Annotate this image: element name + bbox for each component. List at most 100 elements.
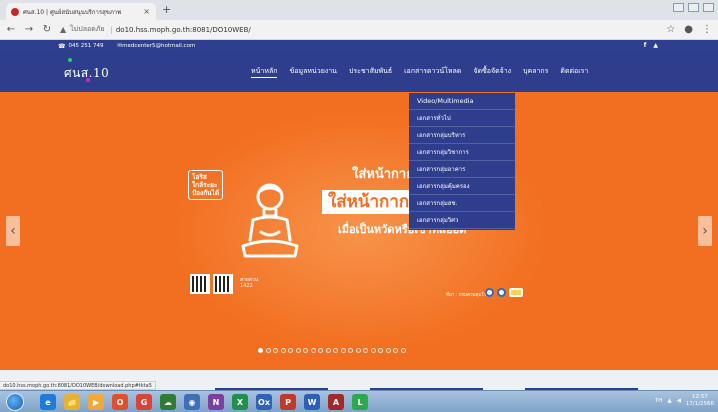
partner-logo-icon xyxy=(485,288,494,297)
dropdown-item[interactable]: Video/Multimedia xyxy=(409,93,515,110)
taskbar-app-icon[interactable]: L xyxy=(352,394,368,410)
minimize-button[interactable] xyxy=(673,3,684,12)
taskbar-app-icon[interactable]: Ox xyxy=(256,394,272,410)
reload-icon[interactable]: ↻ xyxy=(40,24,54,35)
menu-news[interactable]: ประชาสัมพันธ์ xyxy=(349,66,392,78)
badge-line: โอริส xyxy=(192,173,207,181)
menu-procurement[interactable]: จัดซื้อจัดจ้าง xyxy=(473,66,511,78)
slider-dot[interactable] xyxy=(393,348,398,353)
slider-dot[interactable] xyxy=(340,348,346,353)
browser-tab[interactable]: ศนส.10 | ศูนย์สนับสนุนบริการสุขภาพ × xyxy=(6,3,156,20)
taskbar-app-icon[interactable]: W xyxy=(304,394,320,410)
close-window-button[interactable] xyxy=(703,3,714,12)
taskbar-app-icon[interactable]: X xyxy=(232,394,248,410)
menu-about[interactable]: ข้อมูลหน่วยงาน xyxy=(289,66,336,78)
dropdown-item[interactable]: เอกสารกลุ่มคุ้มครอง xyxy=(409,178,515,195)
taskbar-app-icon[interactable]: ◉ xyxy=(184,394,200,410)
taskbar-app-icon[interactable]: P xyxy=(280,394,296,410)
clock[interactable]: 12:57 17/1/2566 xyxy=(686,394,714,408)
slider-dot[interactable] xyxy=(273,348,278,353)
slider-dot[interactable] xyxy=(265,348,271,353)
window-controls xyxy=(673,3,714,12)
taskbar-app-icon[interactable]: e xyxy=(40,394,56,410)
tab-close-icon[interactable]: × xyxy=(143,7,150,16)
status-url-bar: do10.hss.moph.go.th:8081/DO10WEB/downloa… xyxy=(0,381,156,390)
volume-icon[interactable]: ◀ xyxy=(677,398,681,404)
dropdown-item[interactable]: เอกสารกลุ่มสช. xyxy=(409,195,515,212)
contact-phone: ☎ 045 251 749 xyxy=(58,43,103,50)
social-links: f ▲ xyxy=(644,42,658,49)
maximize-button[interactable] xyxy=(688,3,699,12)
browser-tabstrip: ศนส.10 | ศูนย์สนับสนุนบริการสุขภาพ × + xyxy=(0,0,718,20)
slider-dot[interactable] xyxy=(378,348,383,353)
hero-badge: โอริส ใกล้ระยะ ป้องกันได้ xyxy=(188,170,224,200)
meditating-figure-icon xyxy=(241,183,299,258)
forward-arrow-icon[interactable]: → xyxy=(22,24,36,35)
facebook-icon[interactable]: f xyxy=(644,42,647,49)
partner-logo-icon xyxy=(497,288,506,297)
slider-dot[interactable] xyxy=(333,348,338,353)
hotline-number: 1422 xyxy=(240,283,253,289)
qr-code-image xyxy=(190,274,210,294)
menu-staff[interactable]: บุคลากร xyxy=(523,66,548,78)
taskbar-app-icon[interactable]: O xyxy=(112,394,128,410)
dropdown-item[interactable]: เอกสารกลุ่มบริหาร xyxy=(409,127,515,144)
slider-dot[interactable] xyxy=(355,348,361,353)
address-bar[interactable]: ▲ ไม่ปลอดภัย | do10.hss.moph.go.th:8081/… xyxy=(60,24,251,35)
menu-kebab-icon[interactable]: ⋮ xyxy=(702,24,712,35)
browser-toolbar: ← → ↻ ▲ ไม่ปลอดภัย | do10.hss.moph.go.th… xyxy=(0,20,718,40)
url-text: do10.hss.moph.go.th:8081/DO10WEB/ xyxy=(115,25,251,34)
taskbar-app-icon[interactable]: ☁ xyxy=(160,394,176,410)
partner-logo-icon xyxy=(509,288,523,297)
slider-dot[interactable] xyxy=(288,348,293,353)
screen: ศนส.10 | ศูนย์สนับสนุนบริการสุขภาพ × + ←… xyxy=(0,0,718,412)
taskbar-app-icon[interactable]: A xyxy=(328,394,344,410)
slider-dot[interactable] xyxy=(280,348,286,353)
slider-dot[interactable] xyxy=(318,348,323,353)
badge-line: ป้องกันได้ xyxy=(192,189,220,197)
slider-dot[interactable] xyxy=(303,348,308,353)
tab-title: ศนส.10 | ศูนย์สนับสนุนบริการสุขภาพ xyxy=(23,8,122,16)
phone-icon: ☎ xyxy=(58,42,66,50)
partner-logos xyxy=(485,288,523,297)
menu-home[interactable]: หน้าหลัก xyxy=(251,66,278,78)
slider-dot[interactable] xyxy=(325,348,331,353)
slider-dot[interactable] xyxy=(348,348,353,353)
site-logo[interactable]: ศนส.10 xyxy=(64,58,109,83)
taskbar-app-icon[interactable]: N xyxy=(208,394,224,410)
slider-dot[interactable] xyxy=(258,348,263,353)
menu-contact[interactable]: ติดต่อเรา xyxy=(560,66,588,78)
profile-icon[interactable]: ● xyxy=(684,24,693,35)
dropdown-item[interactable]: เอกสารกลุ่มวิศว xyxy=(409,212,515,229)
network-icon[interactable]: ▲ xyxy=(667,398,671,404)
slider-dot[interactable] xyxy=(400,348,406,353)
clock-time: 12:57 xyxy=(691,394,708,400)
language-indicator[interactable]: TH xyxy=(655,398,663,404)
taskbar-app-icon[interactable]: ▶ xyxy=(88,394,104,410)
slider-dot[interactable] xyxy=(363,348,368,353)
slider-prev-button[interactable]: ‹ xyxy=(6,216,20,246)
new-tab-button[interactable]: + xyxy=(162,3,171,16)
user-icon[interactable]: ▲ xyxy=(653,42,658,49)
logo-dot-green xyxy=(68,58,72,62)
slider-next-button[interactable]: › xyxy=(698,216,712,246)
slider-dot[interactable] xyxy=(385,348,391,353)
slider-dot[interactable] xyxy=(310,348,316,353)
contact-email: ✉ medcenter5@hotmail.com xyxy=(117,43,195,49)
slider-dot[interactable] xyxy=(370,348,376,353)
site-navbar: ศนส.10 หน้าหลัก ข้อมูลหน่วยงาน ประชาสัมพ… xyxy=(0,52,718,92)
slider-dots xyxy=(258,348,406,353)
not-secure-label: ไม่ปลอดภัย xyxy=(70,25,105,33)
taskbar-app-icon[interactable]: G xyxy=(136,394,152,410)
dropdown-item[interactable]: เอกสารกลุ่มอาคาร xyxy=(409,161,515,178)
warning-icon: ▲ xyxy=(60,25,67,34)
back-arrow-icon[interactable]: ← xyxy=(4,24,18,35)
bookmark-star-icon[interactable]: ☆ xyxy=(666,24,675,35)
dropdown-item[interactable]: เอกสารทั่วไป xyxy=(409,110,515,127)
taskbar-app-icon[interactable]: 📁 xyxy=(64,394,80,410)
slider-dot[interactable] xyxy=(295,348,301,353)
menu-downloads[interactable]: เอกสารดาวน์โหลด xyxy=(404,66,461,78)
hero-slider: โอริส ใกล้ระยะ ป้องกันได้ สายด่วน 1422 ใ… xyxy=(0,92,718,370)
dropdown-item[interactable]: เอกสารกลุ่มวิชาการ xyxy=(409,144,515,161)
start-button[interactable] xyxy=(6,393,24,411)
